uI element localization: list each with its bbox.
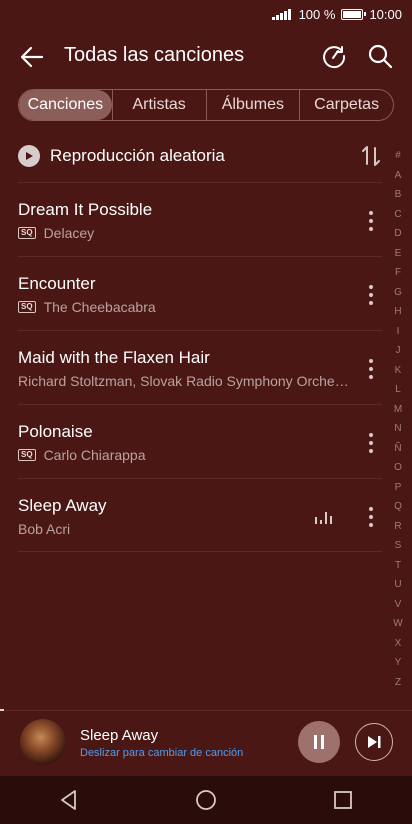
alphabet-index-letter[interactable]: Y bbox=[395, 653, 402, 673]
skip-next-icon bbox=[368, 736, 381, 748]
alphabet-index-letter[interactable]: S bbox=[395, 536, 402, 556]
song-artist: The Cheebacabra bbox=[43, 299, 156, 315]
alphabet-index-letter[interactable]: Z bbox=[395, 673, 401, 693]
alphabet-index-letter[interactable]: # bbox=[395, 146, 401, 166]
play-icon bbox=[18, 145, 40, 167]
alphabet-index-letter[interactable]: F bbox=[395, 263, 401, 283]
alphabet-index-letter[interactable]: N bbox=[394, 419, 401, 439]
more-options-icon[interactable] bbox=[368, 506, 374, 528]
search-icon[interactable] bbox=[366, 42, 394, 70]
alphabet-index[interactable]: # A B C D E F G H I J K L M N Ñ O P Q R S T U V W X Y Z bbox=[390, 146, 406, 692]
song-artist: Bob Acri bbox=[18, 521, 71, 537]
circle-home-icon bbox=[196, 790, 216, 810]
song-list: Dream It Possible SQ Delacey Encounter S… bbox=[18, 182, 382, 552]
alphabet-index-letter[interactable]: R bbox=[394, 517, 401, 537]
battery-percent: 100 % bbox=[298, 6, 336, 22]
sq-badge: SQ bbox=[18, 227, 36, 239]
list-item[interactable]: Encounter SQ The Cheebacabra bbox=[18, 256, 382, 330]
alphabet-index-letter[interactable]: G bbox=[394, 283, 402, 303]
song-title: Polonaise bbox=[18, 422, 93, 441]
tab-carpetas[interactable]: Carpetas bbox=[299, 90, 393, 120]
alphabet-index-letter[interactable]: C bbox=[394, 205, 401, 225]
more-options-icon[interactable] bbox=[368, 284, 374, 306]
alphabet-index-letter[interactable]: W bbox=[393, 614, 402, 634]
mini-player[interactable]: Sleep Away Deslizar para cambiar de canc… bbox=[0, 709, 412, 774]
system-nav-bar bbox=[0, 776, 412, 824]
alphabet-index-letter[interactable]: M bbox=[394, 400, 402, 420]
more-options-icon[interactable] bbox=[368, 210, 374, 232]
list-item[interactable]: Polonaise SQ Carlo Chiarappa bbox=[18, 404, 382, 478]
swipe-hint: Deslizar para cambiar de canción bbox=[80, 747, 244, 759]
status-bar: 100 % 10:00 bbox=[0, 0, 412, 28]
more-options-icon[interactable] bbox=[368, 432, 374, 454]
pause-button[interactable] bbox=[298, 721, 340, 763]
shuffle-play-row[interactable]: Reproducción aleatoria bbox=[18, 136, 382, 176]
tab-artistas[interactable]: Artistas bbox=[111, 90, 206, 120]
alphabet-index-letter[interactable]: H bbox=[394, 302, 401, 322]
song-title: Dream It Possible bbox=[18, 200, 153, 219]
playback-progress-bar bbox=[0, 709, 5, 711]
alphabet-index-letter[interactable]: O bbox=[394, 458, 402, 478]
alphabet-index-letter[interactable]: K bbox=[395, 361, 402, 381]
square-recents-icon bbox=[334, 791, 353, 809]
now-playing-title: Sleep Away bbox=[80, 727, 159, 744]
song-title: Maid with the Flaxen Hair bbox=[18, 348, 210, 367]
nav-home-button[interactable] bbox=[186, 780, 226, 820]
top-toolbar: Todas las canciones bbox=[0, 30, 412, 82]
alphabet-index-letter[interactable]: T bbox=[395, 556, 401, 576]
list-item[interactable]: Sleep Away Bob Acri bbox=[18, 478, 382, 552]
sort-icon[interactable] bbox=[360, 144, 382, 168]
tab-albumes[interactable]: Álbumes bbox=[205, 90, 300, 120]
alphabet-index-letter[interactable]: A bbox=[395, 166, 402, 186]
category-tabs: Canciones Artistas Álbumes Carpetas bbox=[18, 89, 394, 121]
tab-canciones[interactable]: Canciones bbox=[19, 90, 112, 120]
refresh-scan-icon[interactable] bbox=[320, 42, 348, 70]
alphabet-index-letter[interactable]: E bbox=[395, 244, 402, 264]
alphabet-index-letter[interactable]: X bbox=[395, 634, 402, 654]
song-title: Encounter bbox=[18, 274, 96, 293]
next-track-button[interactable] bbox=[355, 723, 393, 761]
pause-icon bbox=[314, 735, 324, 749]
song-title: Sleep Away bbox=[18, 496, 107, 515]
list-item[interactable]: Maid with the Flaxen Hair Richard Stoltz… bbox=[18, 330, 382, 404]
alphabet-index-letter[interactable]: P bbox=[395, 478, 402, 498]
clock: 10:00 bbox=[369, 6, 402, 22]
alphabet-index-letter[interactable]: D bbox=[394, 224, 401, 244]
page-title: Todas las canciones bbox=[64, 44, 245, 66]
list-item[interactable]: Dream It Possible SQ Delacey bbox=[18, 182, 382, 256]
more-options-icon[interactable] bbox=[368, 358, 374, 380]
song-artist: Delacey bbox=[43, 225, 95, 241]
alphabet-index-letter[interactable]: U bbox=[394, 575, 401, 595]
back-arrow-icon[interactable] bbox=[18, 43, 46, 71]
nav-back-button[interactable] bbox=[49, 780, 89, 820]
song-artist: Carlo Chiarappa bbox=[43, 447, 146, 463]
nav-recents-button[interactable] bbox=[323, 780, 363, 820]
sq-badge: SQ bbox=[18, 449, 36, 461]
signal-icon bbox=[272, 8, 291, 20]
sq-badge: SQ bbox=[18, 301, 36, 313]
alphabet-index-letter[interactable]: B bbox=[395, 185, 402, 205]
triangle-back-icon bbox=[60, 790, 76, 810]
alphabet-index-letter[interactable]: L bbox=[395, 380, 401, 400]
alphabet-index-letter[interactable]: Ñ bbox=[394, 439, 401, 459]
alphabet-index-letter[interactable]: Q bbox=[394, 497, 402, 517]
alphabet-index-letter[interactable]: V bbox=[395, 595, 402, 615]
now-playing-equalizer-icon bbox=[315, 512, 332, 524]
song-artist: Richard Stoltzman, Slovak Radio Symphony… bbox=[18, 373, 349, 389]
alphabet-index-letter[interactable]: I bbox=[397, 322, 400, 342]
battery-icon bbox=[341, 8, 367, 20]
shuffle-label: Reproducción aleatoria bbox=[50, 146, 225, 165]
album-art bbox=[20, 719, 66, 765]
alphabet-index-letter[interactable]: J bbox=[396, 341, 401, 361]
